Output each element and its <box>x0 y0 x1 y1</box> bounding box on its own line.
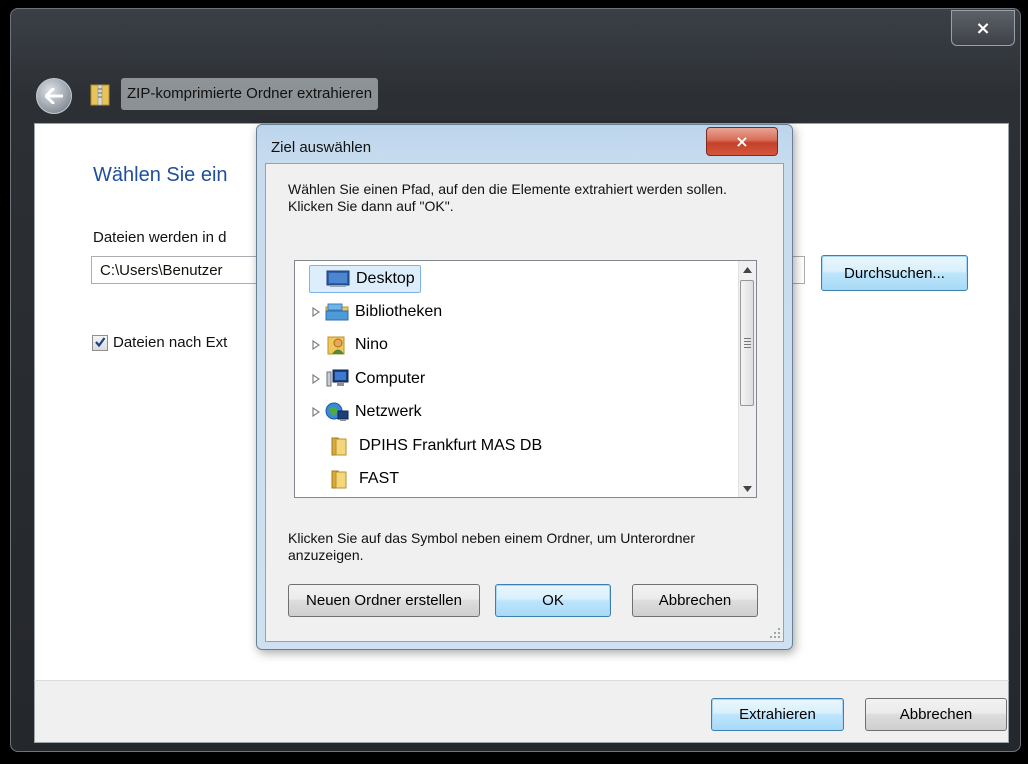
tree-item-label: FAST <box>359 470 400 487</box>
zip-folder-icon <box>90 83 110 107</box>
checkmark-icon <box>95 336 106 347</box>
scroll-down-arrow[interactable] <box>739 480 756 497</box>
ok-button[interactable]: OK <box>495 584 611 617</box>
tree-item[interactable]: Bibliotheken <box>309 299 442 325</box>
tree-scrollbar[interactable] <box>738 261 756 497</box>
tree-item[interactable]: FAST <box>329 466 399 492</box>
tree-item[interactable]: Computer <box>309 366 425 392</box>
new-folder-button[interactable]: Neuen Ordner erstellen <box>288 584 480 617</box>
close-icon: × <box>735 132 749 151</box>
user-folder-icon <box>325 335 349 355</box>
expand-triangle-icon[interactable] <box>309 305 323 319</box>
folder-icon <box>329 469 353 489</box>
tree-item-label: Nino <box>355 336 388 353</box>
dialog-hint: Klicken Sie auf das Symbol neben einem O… <box>288 530 695 563</box>
dialog-instruction: Wählen Sie einen Pfad, auf den die Eleme… <box>288 181 727 214</box>
desktop-icon <box>326 269 350 289</box>
wizard-title: ZIP-komprimierte Ordner extrahieren <box>121 78 379 110</box>
scroll-up-arrow[interactable] <box>739 261 756 278</box>
show-files-label: Dateien nach Ext <box>113 334 228 351</box>
back-button[interactable] <box>36 78 72 114</box>
show-files-checkbox[interactable] <box>92 334 108 351</box>
arrow-down-icon <box>743 485 752 492</box>
resize-grip-icon[interactable] <box>769 627 781 639</box>
folder-icon <box>329 436 353 456</box>
wizard-close-button[interactable]: × <box>951 10 1015 46</box>
tree-item-label: Bibliotheken <box>355 302 443 320</box>
show-files-option[interactable]: Dateien nach Ext <box>92 334 227 351</box>
expand-triangle-icon[interactable] <box>309 338 323 352</box>
tree-item[interactable]: Nino <box>309 332 388 358</box>
dialog-body: Wählen Sie einen Pfad, auf den die Eleme… <box>265 163 784 642</box>
wizard-cancel-button[interactable]: Abbrechen <box>865 698 1007 731</box>
scroll-thumb[interactable] <box>740 280 754 406</box>
tree-item-label: DPIHS Frankfurt MAS DB <box>359 436 543 454</box>
dialog-close-button[interactable]: × <box>706 127 778 156</box>
dialog-title: Ziel auswählen <box>271 139 372 156</box>
tree-item[interactable]: Netzwerk <box>309 399 422 425</box>
destination-label: Dateien werden in d <box>93 229 227 246</box>
wizard-heading: Wählen Sie ein <box>93 164 228 186</box>
tree-item-label: Netzwerk <box>355 403 422 420</box>
tree-item-label: Computer <box>355 369 426 387</box>
tree-item[interactable]: Desktop <box>309 265 421 293</box>
expand-triangle-icon[interactable] <box>309 405 323 419</box>
network-icon <box>325 402 349 422</box>
folder-tree[interactable]: Desktop Bibliotheken Nino Computer Netzwerk D… <box>294 260 757 498</box>
close-icon: × <box>975 17 991 39</box>
libraries-icon <box>325 302 349 322</box>
dialog-cancel-button[interactable]: Abbrechen <box>632 584 758 617</box>
tree-item[interactable]: DPIHS Frankfurt MAS DB <box>329 433 542 459</box>
tree-item-label: Desktop <box>356 270 415 287</box>
back-arrow-icon <box>45 88 63 104</box>
browse-button[interactable]: Durchsuchen... <box>821 255 968 291</box>
computer-icon <box>325 369 349 389</box>
extract-button[interactable]: Extrahieren <box>711 698 844 731</box>
expand-triangle-icon[interactable] <box>309 372 323 386</box>
arrow-up-icon <box>743 266 752 273</box>
wizard-footer: Extrahieren Abbrechen <box>34 680 1009 743</box>
select-destination-dialog: Ziel auswählen × Wählen Sie einen Pfad, … <box>256 124 793 650</box>
